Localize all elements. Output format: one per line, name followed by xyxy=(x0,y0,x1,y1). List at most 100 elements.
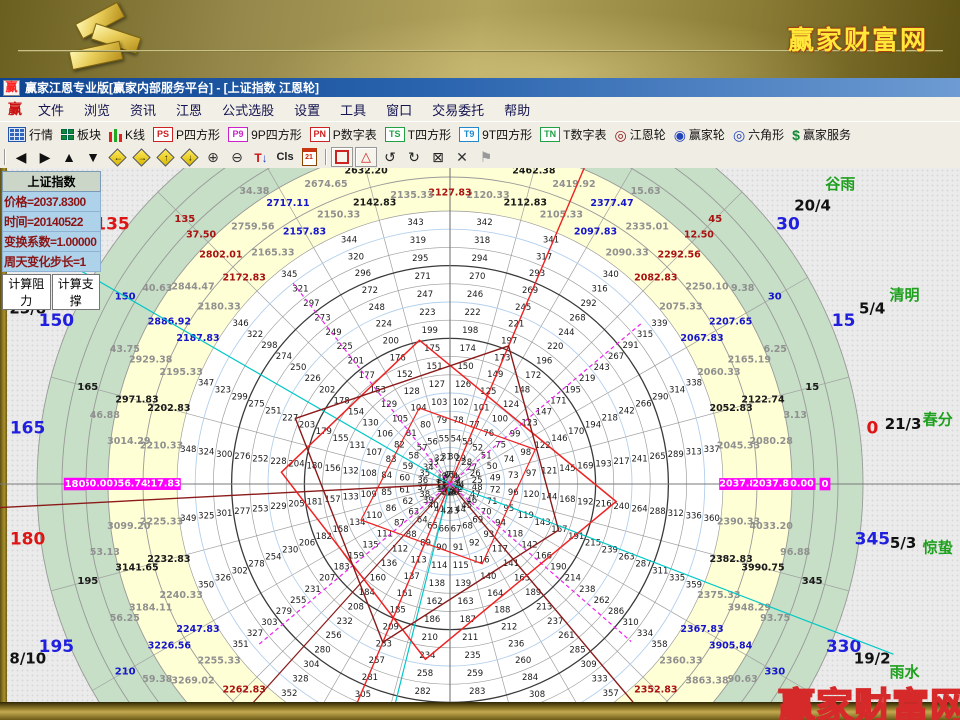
zoom-out-button[interactable]: ⊖ xyxy=(225,147,249,167)
svg-text:2929.38: 2929.38 xyxy=(129,355,173,366)
zoom-in-button[interactable]: ⊕ xyxy=(201,147,225,167)
menu-item-1[interactable]: 浏览 xyxy=(74,100,120,119)
toolbar-button-winner-wheel[interactable]: ◉赢家轮 xyxy=(674,126,725,143)
rotate-cw-button[interactable]: ↻ xyxy=(402,147,426,167)
svg-text:192: 192 xyxy=(577,497,593,507)
pointer-up-button[interactable]: ▲ xyxy=(57,147,81,167)
svg-text:清明: 清明 xyxy=(889,286,919,304)
menu-item-6[interactable]: 工具 xyxy=(330,100,376,119)
window-title: 赢家江恩专业版[赢家内部服务平台] - [上证指数 江恩轮] xyxy=(25,79,319,96)
svg-text:313: 313 xyxy=(686,447,702,457)
svg-text:5/4: 5/4 xyxy=(859,300,885,318)
svg-text:319: 319 xyxy=(410,236,426,246)
pointer-down-icon: ▼ xyxy=(86,149,100,165)
svg-text:45: 45 xyxy=(708,214,722,225)
svg-text:248: 248 xyxy=(369,303,385,313)
svg-text:34.38: 34.38 xyxy=(239,186,269,197)
toolbar-button-sectors[interactable]: 板块 xyxy=(61,126,101,143)
svg-text:264: 264 xyxy=(631,505,647,515)
menu-item-5[interactable]: 设置 xyxy=(284,100,330,119)
svg-text:2360.33: 2360.33 xyxy=(659,656,702,667)
svg-text:340: 340 xyxy=(603,270,619,280)
svg-text:249: 249 xyxy=(325,328,341,338)
pin-button[interactable]: ⚑ xyxy=(474,147,498,167)
svg-text:103: 103 xyxy=(431,398,447,408)
pan-left-button[interactable]: ← xyxy=(105,147,129,167)
calc-support-button[interactable]: 计算支撑 xyxy=(52,274,101,310)
menu-item-3[interactable]: 江恩 xyxy=(166,100,212,119)
svg-text:300: 300 xyxy=(216,450,232,460)
svg-text:199: 199 xyxy=(422,326,438,336)
toolbar-button-label: T数字表 xyxy=(563,126,606,143)
draw-square-button[interactable] xyxy=(330,147,354,167)
svg-text:2195.33: 2195.33 xyxy=(160,367,203,378)
menu-item-9[interactable]: 帮助 xyxy=(494,100,540,119)
delete-box-button[interactable]: ⊠ xyxy=(426,147,450,167)
toolbar-button-hexagon[interactable]: ◎六角形 xyxy=(733,126,784,143)
toolbar-button-9p-square[interactable]: P99P四方形 xyxy=(228,126,302,143)
menu-item-0[interactable]: 文件 xyxy=(28,100,74,119)
calendar-icon: 21 xyxy=(302,148,317,166)
svg-text:276: 276 xyxy=(234,452,250,462)
svg-text:345: 345 xyxy=(855,530,891,550)
svg-text:299: 299 xyxy=(232,392,248,402)
menu-item-8[interactable]: 交易委托 xyxy=(422,100,494,119)
title-bar[interactable]: 赢 赢家江恩专业版[赢家内部服务平台] - [上证指数 江恩轮] xyxy=(0,78,960,97)
toolbar-button-winner-service[interactable]: $赢家服务 xyxy=(792,126,851,143)
toolbar-button-gann-wheel[interactable]: ◎江恩轮 xyxy=(614,126,665,143)
toolbar-button-p-square[interactable]: PSP四方形 xyxy=(153,126,220,143)
svg-text:232: 232 xyxy=(337,617,353,627)
svg-text:198: 198 xyxy=(462,326,478,336)
toolbar-button-p-table[interactable]: PNP数字表 xyxy=(310,126,377,143)
svg-text:118: 118 xyxy=(507,529,523,539)
pan-right-button[interactable]: → xyxy=(129,147,153,167)
svg-text:4033.20: 4033.20 xyxy=(750,521,794,532)
toolbar-button-quotes[interactable]: 行情 xyxy=(8,126,53,143)
pointer-down-button[interactable]: ▼ xyxy=(81,147,105,167)
svg-text:247: 247 xyxy=(417,290,433,300)
svg-text:谷雨: 谷雨 xyxy=(825,175,855,193)
svg-text:138: 138 xyxy=(429,579,445,589)
draw-triangle-button[interactable]: △ xyxy=(354,147,378,167)
svg-text:2080.28: 2080.28 xyxy=(750,436,794,447)
toolbar-button-9t-square[interactable]: T99T四方形 xyxy=(459,126,532,143)
calendar-button[interactable]: 21 xyxy=(297,147,321,167)
svg-text:352: 352 xyxy=(281,689,297,699)
svg-text:214: 214 xyxy=(565,574,581,584)
forward-button[interactable]: ▶ xyxy=(33,147,57,167)
svg-text:182: 182 xyxy=(316,532,332,542)
scatter-button[interactable]: ✕ xyxy=(450,147,474,167)
svg-text:202: 202 xyxy=(319,385,335,395)
svg-text:6.25: 6.25 xyxy=(763,344,786,355)
svg-text:201: 201 xyxy=(348,357,364,367)
svg-text:2097.83: 2097.83 xyxy=(574,227,617,238)
menu-item-4[interactable]: 公式选股 xyxy=(212,100,284,119)
svg-text:310: 310 xyxy=(622,618,638,628)
toolbar-button-kline[interactable]: K线 xyxy=(109,126,145,143)
quote-panel-rows: 价格=2037.8300时间=20140522变换系数=1.00000周天变化步… xyxy=(2,192,101,272)
pan-up-button[interactable]: ↑ xyxy=(153,147,177,167)
svg-text:126: 126 xyxy=(455,380,471,390)
menu-item-2[interactable]: 资讯 xyxy=(120,100,166,119)
t-down-button[interactable]: T↓ xyxy=(249,147,273,167)
gann-wheel-chart[interactable]: 1234567891011121314151617181920212223242… xyxy=(0,168,960,702)
menu-item-7[interactable]: 窗口 xyxy=(376,100,422,119)
svg-text:30: 30 xyxy=(776,215,800,235)
toolbar-button-t-square[interactable]: TST四方形 xyxy=(385,126,451,143)
svg-text:226: 226 xyxy=(305,374,321,384)
toolbar-button-label: 9T四方形 xyxy=(482,126,532,143)
svg-text:216: 216 xyxy=(595,500,611,510)
svg-text:282: 282 xyxy=(415,687,431,697)
svg-text:188: 188 xyxy=(494,606,510,616)
svg-text:207: 207 xyxy=(319,574,335,584)
svg-text:43.75: 43.75 xyxy=(110,344,140,355)
rotate-ccw-button[interactable]: ↺ xyxy=(378,147,402,167)
toolbar-button-t-table[interactable]: TNT数字表 xyxy=(540,126,606,143)
cls-button[interactable]: Cls xyxy=(273,147,297,167)
svg-text:3990.75: 3990.75 xyxy=(741,562,784,573)
pan-down-button[interactable]: ↓ xyxy=(177,147,201,167)
svg-text:174: 174 xyxy=(460,344,476,354)
back-button[interactable]: ◀ xyxy=(9,147,33,167)
calc-resistance-button[interactable]: 计算阻力 xyxy=(2,274,51,310)
svg-text:2207.65: 2207.65 xyxy=(709,317,752,328)
